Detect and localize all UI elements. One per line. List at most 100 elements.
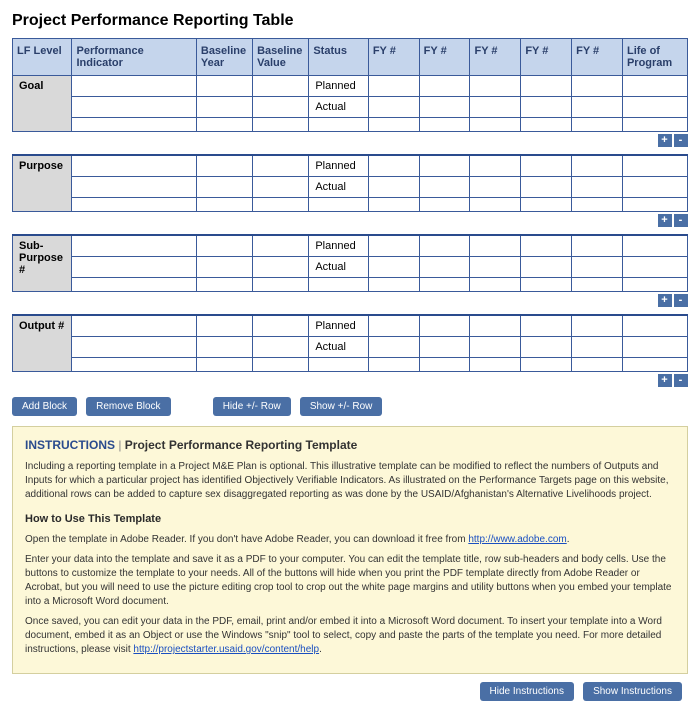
data-cell[interactable] bbox=[72, 257, 196, 278]
data-cell[interactable] bbox=[196, 278, 252, 292]
data-cell[interactable] bbox=[253, 358, 309, 372]
data-cell[interactable] bbox=[419, 235, 470, 257]
data-cell[interactable] bbox=[368, 235, 419, 257]
data-cell[interactable] bbox=[253, 155, 309, 177]
adobe-link[interactable]: http://www.adobe.com bbox=[468, 534, 566, 545]
data-cell[interactable] bbox=[196, 155, 252, 177]
data-cell[interactable] bbox=[419, 198, 470, 212]
data-cell[interactable] bbox=[419, 177, 470, 198]
data-cell[interactable] bbox=[572, 257, 623, 278]
data-cell[interactable] bbox=[196, 198, 252, 212]
data-cell[interactable] bbox=[521, 198, 572, 212]
data-cell[interactable] bbox=[196, 118, 252, 132]
minus-icon[interactable]: - bbox=[674, 294, 688, 307]
data-cell[interactable] bbox=[470, 198, 521, 212]
data-cell[interactable] bbox=[72, 177, 196, 198]
data-cell[interactable] bbox=[521, 155, 572, 177]
data-cell[interactable] bbox=[470, 155, 521, 177]
data-cell[interactable] bbox=[368, 198, 419, 212]
data-cell[interactable] bbox=[196, 76, 252, 97]
minus-icon[interactable]: - bbox=[674, 134, 688, 147]
data-cell[interactable] bbox=[419, 278, 470, 292]
data-cell[interactable] bbox=[253, 177, 309, 198]
data-cell[interactable] bbox=[72, 315, 196, 337]
minus-icon[interactable]: - bbox=[674, 374, 688, 387]
add-block-button[interactable]: Add Block bbox=[12, 397, 77, 416]
remove-block-button[interactable]: Remove Block bbox=[86, 397, 170, 416]
help-link[interactable]: http://projectstarter.usaid.gov/content/… bbox=[133, 644, 319, 655]
data-cell[interactable] bbox=[521, 177, 572, 198]
data-cell[interactable] bbox=[253, 118, 309, 132]
data-cell[interactable] bbox=[572, 118, 623, 132]
lf-level-cell[interactable]: Output # bbox=[13, 315, 72, 372]
data-cell[interactable] bbox=[196, 337, 252, 358]
plus-icon[interactable]: + bbox=[658, 134, 672, 147]
data-cell[interactable] bbox=[368, 337, 419, 358]
data-cell[interactable] bbox=[309, 278, 368, 292]
data-cell[interactable] bbox=[196, 358, 252, 372]
data-cell[interactable] bbox=[622, 358, 687, 372]
data-cell[interactable] bbox=[309, 118, 368, 132]
lf-level-cell[interactable]: Sub-Purpose # bbox=[13, 235, 72, 292]
data-cell[interactable] bbox=[521, 257, 572, 278]
minus-icon[interactable]: - bbox=[674, 214, 688, 227]
data-cell[interactable] bbox=[72, 235, 196, 257]
data-cell[interactable] bbox=[470, 235, 521, 257]
data-cell[interactable] bbox=[419, 257, 470, 278]
data-cell[interactable] bbox=[521, 97, 572, 118]
data-cell[interactable] bbox=[253, 76, 309, 97]
data-cell[interactable] bbox=[253, 257, 309, 278]
data-cell[interactable] bbox=[572, 76, 623, 97]
data-cell[interactable] bbox=[622, 177, 687, 198]
hide-pm-row-button[interactable]: Hide +/- Row bbox=[213, 397, 291, 416]
data-cell[interactable] bbox=[470, 118, 521, 132]
data-cell[interactable] bbox=[521, 315, 572, 337]
data-cell[interactable] bbox=[572, 278, 623, 292]
data-cell[interactable] bbox=[196, 177, 252, 198]
lf-level-cell[interactable]: Goal bbox=[13, 76, 72, 132]
hide-instructions-button[interactable]: Hide Instructions bbox=[480, 682, 574, 701]
data-cell[interactable] bbox=[572, 358, 623, 372]
data-cell[interactable] bbox=[368, 177, 419, 198]
data-cell[interactable] bbox=[622, 198, 687, 212]
data-cell[interactable] bbox=[368, 76, 419, 97]
data-cell[interactable] bbox=[521, 337, 572, 358]
data-cell[interactable] bbox=[470, 177, 521, 198]
data-cell[interactable] bbox=[419, 315, 470, 337]
data-cell[interactable] bbox=[253, 337, 309, 358]
data-cell[interactable] bbox=[572, 97, 623, 118]
data-cell[interactable] bbox=[521, 235, 572, 257]
data-cell[interactable] bbox=[368, 358, 419, 372]
data-cell[interactable] bbox=[470, 97, 521, 118]
data-cell[interactable] bbox=[521, 278, 572, 292]
data-cell[interactable] bbox=[622, 235, 687, 257]
data-cell[interactable] bbox=[253, 97, 309, 118]
show-pm-row-button[interactable]: Show +/- Row bbox=[300, 397, 383, 416]
data-cell[interactable] bbox=[572, 315, 623, 337]
data-cell[interactable] bbox=[72, 337, 196, 358]
data-cell[interactable] bbox=[196, 315, 252, 337]
data-cell[interactable] bbox=[253, 315, 309, 337]
data-cell[interactable] bbox=[253, 198, 309, 212]
data-cell[interactable] bbox=[253, 278, 309, 292]
show-instructions-button[interactable]: Show Instructions bbox=[583, 682, 682, 701]
data-cell[interactable] bbox=[521, 358, 572, 372]
data-cell[interactable] bbox=[72, 118, 196, 132]
data-cell[interactable] bbox=[470, 337, 521, 358]
data-cell[interactable] bbox=[368, 257, 419, 278]
plus-icon[interactable]: + bbox=[658, 214, 672, 227]
data-cell[interactable] bbox=[622, 315, 687, 337]
data-cell[interactable] bbox=[196, 235, 252, 257]
data-cell[interactable] bbox=[419, 97, 470, 118]
data-cell[interactable] bbox=[368, 118, 419, 132]
data-cell[interactable] bbox=[470, 315, 521, 337]
data-cell[interactable] bbox=[72, 155, 196, 177]
data-cell[interactable] bbox=[470, 257, 521, 278]
data-cell[interactable] bbox=[622, 257, 687, 278]
data-cell[interactable] bbox=[196, 97, 252, 118]
lf-level-cell[interactable]: Purpose bbox=[13, 155, 72, 212]
data-cell[interactable] bbox=[572, 337, 623, 358]
data-cell[interactable] bbox=[622, 118, 687, 132]
data-cell[interactable] bbox=[622, 278, 687, 292]
data-cell[interactable] bbox=[521, 76, 572, 97]
